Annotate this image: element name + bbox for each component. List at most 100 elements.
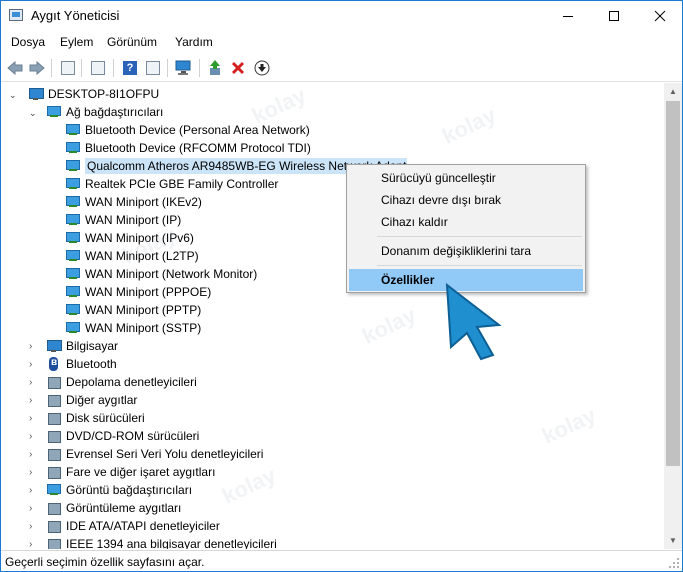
scroll-down-icon[interactable]: ▼ xyxy=(664,532,682,549)
tree-category-computer[interactable]: › Bilgisayar xyxy=(29,337,118,355)
device-label: Realtek PCIe GBE Family Controller xyxy=(85,177,279,191)
forward-button[interactable] xyxy=(28,59,46,77)
tree-device[interactable]: Bluetooth Device (Personal Area Network) xyxy=(65,121,310,139)
device-label: WAN Miniport (IP) xyxy=(85,213,182,227)
device-label: WAN Miniport (L2TP) xyxy=(85,249,199,263)
close-icon xyxy=(654,10,666,22)
tree-category-storage-controllers[interactable]: › Depolama denetleyicileri xyxy=(29,373,197,391)
menu-disable-device[interactable]: Cihazı devre dışı bırak xyxy=(349,189,583,211)
tree-category-other-devices[interactable]: › Diğer aygıtlar xyxy=(29,391,137,409)
tree-device[interactable]: WAN Miniport (PPPOE) xyxy=(65,283,211,301)
update-driver-button[interactable] xyxy=(207,59,225,77)
network-adapter-icon xyxy=(65,123,81,137)
window-title: Aygıt Yöneticisi xyxy=(31,8,120,23)
menu-help[interactable]: Yardım xyxy=(175,35,213,49)
tree-device[interactable]: Realtek PCIe GBE Family Controller xyxy=(65,175,278,193)
minimize-icon xyxy=(563,15,573,17)
tree-device[interactable]: WAN Miniport (L2TP) xyxy=(65,247,199,265)
bluetooth-icon xyxy=(46,357,62,371)
tree-device[interactable]: WAN Miniport (Network Monitor) xyxy=(65,265,257,283)
network-adapter-icon xyxy=(65,249,81,263)
network-adapter-icon xyxy=(65,177,81,191)
tree-device[interactable]: WAN Miniport (IPv6) xyxy=(65,229,194,247)
help-button[interactable]: ? xyxy=(121,59,139,77)
tree-category-mice[interactable]: › Fare ve diğer işaret aygıtları xyxy=(29,463,215,481)
device-label: WAN Miniport (IPv6) xyxy=(85,231,194,245)
category-label: Fare ve diğer işaret aygıtları xyxy=(66,465,216,479)
menu-item-label: Cihazı kaldır xyxy=(381,215,448,229)
tree-category-bluetooth[interactable]: › Bluetooth xyxy=(29,355,117,373)
category-label: Diğer aygıtlar xyxy=(66,393,138,407)
expand-arrow-icon: › xyxy=(29,412,33,424)
forward-arrow-icon xyxy=(29,61,45,75)
tree-category-dvd-drives[interactable]: › DVD/CD-ROM sürücüleri xyxy=(29,427,199,445)
menu-item-label: Sürücüyü güncelleştir xyxy=(381,171,496,185)
category-label: Bluetooth xyxy=(66,357,117,371)
disable-device-button[interactable] xyxy=(253,59,271,77)
device-manager-window: Aygıt Yöneticisi Dosya Eylem Görünüm Yar… xyxy=(0,0,683,572)
toolbar-separator xyxy=(81,59,82,77)
action-pane-button[interactable] xyxy=(144,59,162,77)
network-adapter-icon xyxy=(65,159,81,173)
expand-arrow-icon: › xyxy=(29,340,33,352)
toolbar-separator xyxy=(199,59,200,77)
tree-root[interactable]: ⌄ DESKTOP-8I1OFPU xyxy=(9,85,159,103)
scan-hardware-button[interactable] xyxy=(175,59,193,77)
tree-device[interactable]: WAN Miniport (IP) xyxy=(65,211,181,229)
tree-device[interactable]: WAN Miniport (IKEv2) xyxy=(65,193,202,211)
vertical-scrollbar[interactable]: ▲ ▼ xyxy=(664,83,682,549)
category-label: Görüntü bağdaştırıcıları xyxy=(66,483,193,497)
device-label: WAN Miniport (PPPOE) xyxy=(85,285,212,299)
category-label: Depolama denetleyicileri xyxy=(66,375,197,389)
tree-category-display-adapters[interactable]: › Görüntü bağdaştırıcıları xyxy=(29,481,192,499)
properties-button[interactable] xyxy=(89,59,107,77)
maximize-button[interactable] xyxy=(591,1,637,31)
scroll-up-icon[interactable]: ▲ xyxy=(664,83,682,100)
menu-view[interactable]: Görünüm xyxy=(107,35,157,49)
tree-device[interactable]: WAN Miniport (SSTP) xyxy=(65,319,201,337)
tree-device[interactable]: Bluetooth Device (RFCOMM Protocol TDI) xyxy=(65,139,311,157)
menu-update-driver[interactable]: Sürücüyü güncelleştir xyxy=(349,167,583,189)
update-driver-icon xyxy=(210,60,220,75)
uninstall-device-button[interactable] xyxy=(229,59,247,77)
menu-item-label: Özellikler xyxy=(381,273,435,287)
tree-category-network-adapters[interactable]: ⌄ Ağ bağdaştırıcıları xyxy=(29,103,163,121)
device-label: WAN Miniport (Network Monitor) xyxy=(85,267,258,281)
red-x-icon xyxy=(231,61,245,75)
down-arrow-circle-icon xyxy=(254,60,270,76)
tree-category-imaging-devices[interactable]: › Görüntüleme aygıtları xyxy=(29,499,181,517)
show-hide-console-tree-button[interactable] xyxy=(59,59,77,77)
expand-arrow-icon: › xyxy=(29,358,33,370)
menu-action[interactable]: Eylem xyxy=(60,35,93,49)
menu-uninstall-device[interactable]: Cihazı kaldır xyxy=(349,211,583,233)
tree-category-usb-controllers[interactable]: › Evrensel Seri Veri Yolu denetleyicileri xyxy=(29,445,263,463)
network-adapter-icon xyxy=(65,213,81,227)
expand-arrow-icon: › xyxy=(29,520,33,532)
menu-file[interactable]: Dosya xyxy=(11,35,45,49)
toolbar-separator xyxy=(113,59,114,77)
device-label: Bluetooth Device (RFCOMM Protocol TDI) xyxy=(85,141,311,155)
category-label: DVD/CD-ROM sürücüleri xyxy=(66,429,200,443)
action-pane-icon xyxy=(146,61,160,75)
resize-grip-icon[interactable] xyxy=(668,557,680,569)
device-label: WAN Miniport (SSTP) xyxy=(85,321,202,335)
tree-category-ieee1394[interactable]: › IEEE 1394 ana bilgisayar denetleyiciler… xyxy=(29,535,277,549)
camera-icon xyxy=(46,501,62,515)
computer-icon xyxy=(28,87,44,101)
tree-category-disk-drives[interactable]: › Disk sürücüleri xyxy=(29,409,145,427)
scrollbar-thumb[interactable] xyxy=(666,101,680,466)
display-adapter-icon xyxy=(46,483,62,497)
category-label: IDE ATA/ATAPI denetleyiciler xyxy=(66,519,220,533)
category-label: Evrensel Seri Veri Yolu denetleyicileri xyxy=(66,447,264,461)
close-button[interactable] xyxy=(637,1,682,31)
expand-arrow-icon: › xyxy=(29,466,33,478)
tree-category-ide-controllers[interactable]: › IDE ATA/ATAPI denetleyiciler xyxy=(29,517,220,535)
network-adapter-icon xyxy=(65,285,81,299)
back-arrow-icon xyxy=(7,61,23,75)
menu-scan-hardware[interactable]: Donanım değişikliklerini tara xyxy=(349,240,583,262)
tree-device[interactable]: WAN Miniport (PPTP) xyxy=(65,301,201,319)
network-adapter-icon xyxy=(46,105,62,119)
back-button[interactable] xyxy=(6,59,24,77)
minimize-button[interactable] xyxy=(545,1,591,31)
menu-separator xyxy=(377,265,582,266)
